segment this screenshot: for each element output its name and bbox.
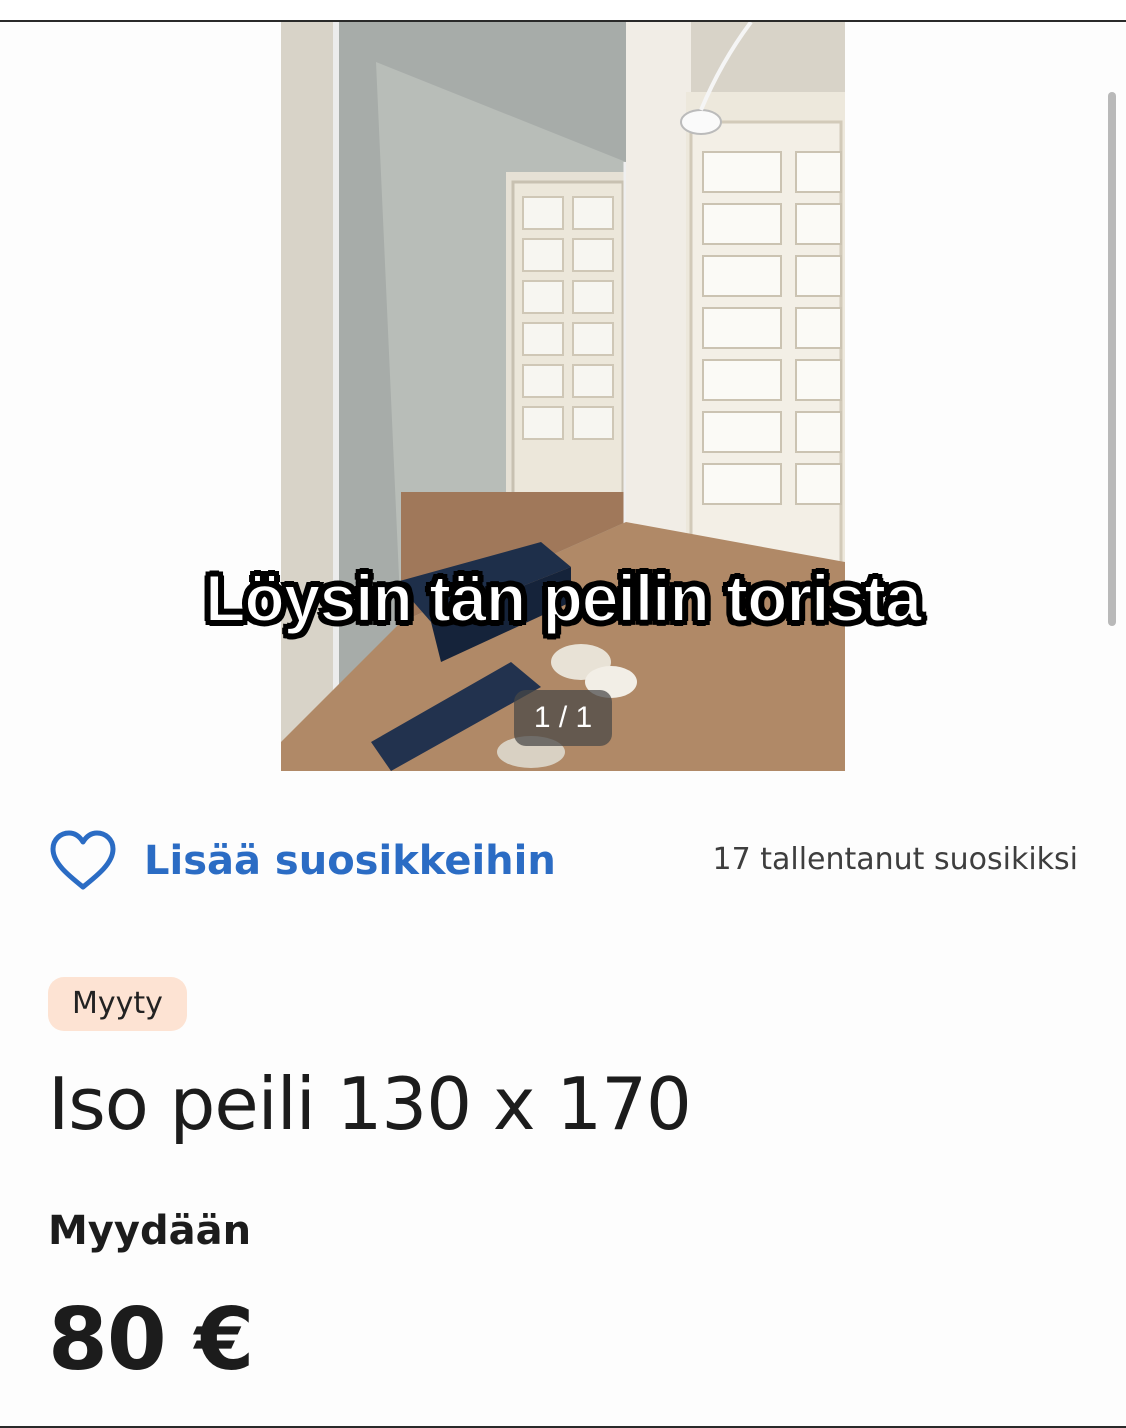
sale-type-label: Myydään bbox=[48, 1208, 252, 1254]
mirror-photo-illustration bbox=[281, 22, 845, 771]
listing-photo[interactable] bbox=[281, 22, 845, 771]
scrollbar[interactable] bbox=[1108, 92, 1116, 626]
listing-price: 80 € bbox=[48, 1290, 254, 1390]
add-to-favorites-button[interactable]: Lisää suosikkeihin bbox=[48, 826, 556, 896]
status-badge: Myyty bbox=[48, 977, 187, 1031]
listing-page: Löysin tän peilin torista 1 / 1 Lisää su… bbox=[0, 0, 1126, 1428]
photo-caption-overlay: Löysin tän peilin torista bbox=[204, 560, 923, 636]
top-divider bbox=[0, 0, 1126, 22]
favorites-count: 17 tallentanut suosikiksi bbox=[712, 842, 1078, 877]
favorites-row: Lisää suosikkeihin 17 tallentanut suosik… bbox=[48, 826, 1078, 896]
photo-counter: 1 / 1 bbox=[514, 690, 612, 746]
add-to-favorites-label: Lisää suosikkeihin bbox=[144, 838, 556, 884]
heart-outline-icon bbox=[50, 830, 116, 890]
listing-title: Iso peili 130 x 170 bbox=[48, 1062, 692, 1146]
